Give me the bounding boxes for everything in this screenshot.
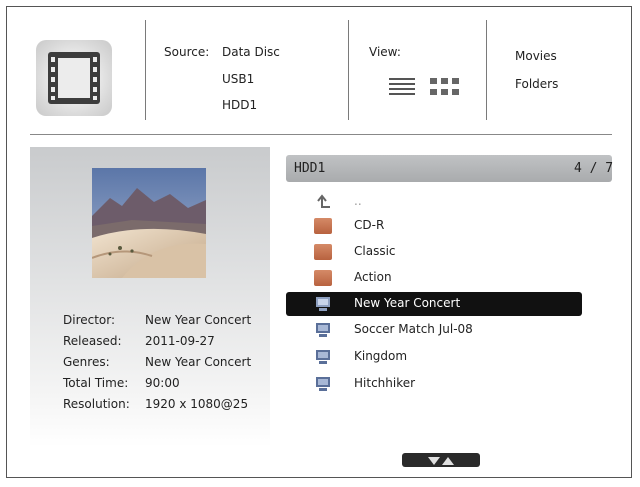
grid-view-icon[interactable]: [430, 78, 460, 102]
category-movies[interactable]: Movies: [515, 49, 557, 63]
source-option-hdd1[interactable]: HDD1: [222, 98, 257, 112]
current-path: HDD1: [294, 161, 326, 176]
parent-folder-row[interactable]: ..: [286, 190, 582, 214]
folder-icon: [314, 218, 332, 234]
list-header: [286, 155, 612, 182]
list-item-label: Action: [354, 270, 392, 284]
meta-label-genres: Genres:: [63, 355, 110, 369]
meta-value-genres: New Year Concert: [145, 355, 252, 369]
list-item-label: Hitchhiker: [354, 376, 416, 390]
movie-file-icon: [314, 322, 332, 338]
meta-value-total-time: 90:00: [145, 376, 180, 390]
parent-folder-label: ..: [354, 194, 362, 208]
list-item-kingdom[interactable]: Kingdom: [286, 345, 582, 369]
header-divider: [486, 20, 487, 120]
movie-file-icon: [314, 349, 332, 365]
meta-label-total-time: Total Time:: [63, 376, 129, 390]
source-label: Source:: [164, 45, 210, 59]
category-folders[interactable]: Folders: [515, 77, 558, 91]
list-item-label: Soccer Match Jul-08: [354, 322, 473, 336]
list-item-hitchhiker[interactable]: Hitchhiker: [286, 372, 582, 396]
list-item-label: Kingdom: [354, 349, 408, 363]
movie-film-icon: [36, 40, 112, 116]
header-rule: [30, 134, 612, 135]
list-item-action[interactable]: Action: [286, 266, 582, 290]
view-label: View:: [369, 45, 401, 59]
header-divider: [348, 20, 349, 120]
meta-value-director: New Year Concert: [145, 313, 252, 327]
list-item-label: CD-R: [354, 218, 385, 232]
list-item-label: Classic: [354, 244, 396, 258]
list-item-new-year-concert[interactable]: New Year Concert: [286, 292, 582, 316]
meta-label-released: Released:: [63, 334, 122, 348]
item-counter: 4 / 7: [574, 161, 614, 176]
meta-value-released: 2011-09-27: [145, 334, 215, 348]
movie-file-icon: [314, 376, 332, 392]
meta-value-resolution: 1920 x 1080@25: [145, 397, 249, 411]
movie-thumbnail: [91, 168, 206, 278]
source-option-data-disc[interactable]: Data Disc: [222, 45, 280, 59]
meta-label-director: Director:: [63, 313, 116, 327]
meta-label-resolution: Resolution:: [63, 397, 130, 411]
source-option-usb1[interactable]: USB1: [222, 72, 254, 86]
list-item-classic[interactable]: Classic: [286, 240, 582, 264]
list-item-cd-r[interactable]: CD-R: [286, 214, 582, 238]
up-arrow-icon: [314, 194, 332, 210]
list-item-label: New Year Concert: [354, 296, 461, 310]
folder-icon: [314, 270, 332, 286]
folder-icon: [314, 244, 332, 260]
scroll-arrows-icon: [428, 457, 454, 465]
list-view-icon[interactable]: [389, 78, 415, 102]
scroll-button[interactable]: [402, 453, 480, 467]
list-item-soccer-match[interactable]: Soccer Match Jul-08: [286, 318, 582, 342]
header-divider: [145, 20, 146, 120]
movie-file-icon: [314, 296, 332, 312]
